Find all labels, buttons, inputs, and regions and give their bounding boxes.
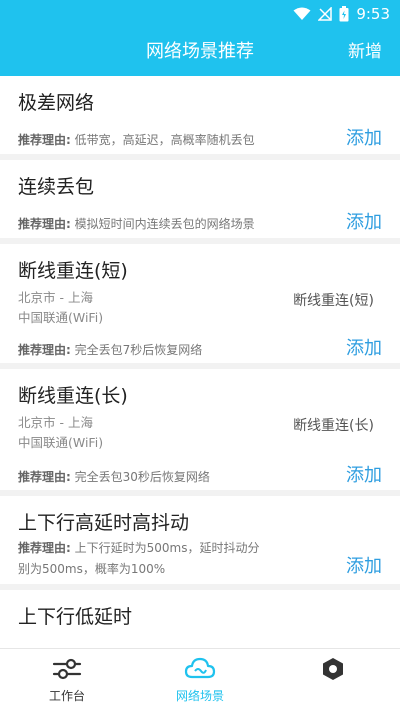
box-icon [323,658,343,680]
tab-network-scenarios[interactable]: 网络场景 [133,649,267,711]
scenario-card: 断线重连(短) 北京市 - 上海 中国联通(WiFi) 断线重连(短) 推荐理由… [0,244,400,363]
scenario-reason: 推荐理由: 低带宽，高延迟，高概率随机丢包 [18,130,255,151]
scenario-route: 北京市 - 上海 [18,290,93,305]
scenario-card: 连续丢包 推荐理由: 模拟短时间内连续丢包的网络场景 添加 [0,160,400,238]
add-scenario-button[interactable]: 添加 [346,334,382,360]
add-scenario-button[interactable]: 添加 [346,552,382,578]
app-bar: 网络场景推荐 新增 [0,28,400,76]
tab-label: 网络场景 [175,689,224,703]
reason-text: 完全丢包7秒后恢复网络 [74,343,203,357]
wifi-icon [293,7,311,20]
tab-label: 工作台 [48,689,85,703]
scenario-title: 上下行高延时高抖动 [18,512,190,534]
reason-text: 模拟短时间内连续丢包的网络场景 [74,217,255,231]
scenario-card: 上下行高延时高抖动 推荐理由: 上下行延时为500ms，延时抖动分 别为500m… [0,496,400,584]
status-time: 9:53 [356,5,390,23]
scenario-title: 断线重连(长) [18,385,128,407]
reason-label: 推荐理由: [18,343,71,357]
reason-label: 推荐理由: [18,217,71,231]
add-scenario-button[interactable]: 添加 [346,124,382,150]
battery-icon [339,6,349,22]
scenario-title: 极差网络 [18,92,95,114]
scenario-tag: 断线重连(长) [293,418,374,434]
reason-label: 推荐理由: [18,541,71,555]
scenario-title: 连续丢包 [18,176,95,198]
scenario-title: 上下行低延时 [18,606,133,628]
signal-icon [318,7,333,21]
scenario-card: 极差网络 推荐理由: 低带宽，高延迟，高概率随机丢包 添加 [0,76,400,154]
scenario-reason: 推荐理由: 上下行延时为500ms，延时抖动分 [18,538,260,559]
scenario-tag: 断线重连(短) [293,293,374,309]
reason-label: 推荐理由: [18,133,71,147]
tab-third[interactable] [266,649,400,711]
scenario-reason-cont: 别为500ms，概率为100% [18,562,166,576]
scenario-reason: 推荐理由: 完全丢包30秒后恢复网络 [18,467,210,488]
sliders-icon [52,658,82,680]
scenario-reason: 推荐理由: 模拟短时间内连续丢包的网络场景 [18,214,255,235]
scenario-list[interactable]: 极差网络 推荐理由: 低带宽，高延迟，高概率随机丢包 添加 连续丢包 推荐理由:… [0,76,400,648]
cloud-icon [184,657,216,679]
add-scenario-button[interactable]: 添加 [346,208,382,234]
reason-text: 上下行延时为500ms，延时抖动分 [74,541,260,555]
add-scenario-button[interactable]: 添加 [346,461,382,487]
scenario-card: 上下行低延时 [0,590,400,648]
scenario-card: 断线重连(长) 北京市 - 上海 中国联通(WiFi) 断线重连(长) 推荐理由… [0,369,400,490]
scenario-title: 断线重连(短) [18,260,128,282]
scenario-carrier: 中国联通(WiFi) [18,310,104,325]
scenario-carrier: 中国联通(WiFi) [18,435,104,450]
scenario-reason: 推荐理由: 完全丢包7秒后恢复网络 [18,340,202,361]
scenario-route: 北京市 - 上海 [18,415,93,430]
page-title: 网络场景推荐 [146,41,254,62]
reason-text: 完全丢包30秒后恢复网络 [74,470,210,484]
reason-text: 低带宽，高延迟，高概率随机丢包 [74,133,255,147]
reason-label: 推荐理由: [18,470,71,484]
add-new-button[interactable]: 新增 [348,28,382,76]
status-bar: 9:53 [0,0,400,28]
bottom-tab-bar: 工作台 网络场景 [0,648,400,711]
status-icons: 9:53 [293,4,390,24]
tab-workbench[interactable]: 工作台 [0,649,134,711]
